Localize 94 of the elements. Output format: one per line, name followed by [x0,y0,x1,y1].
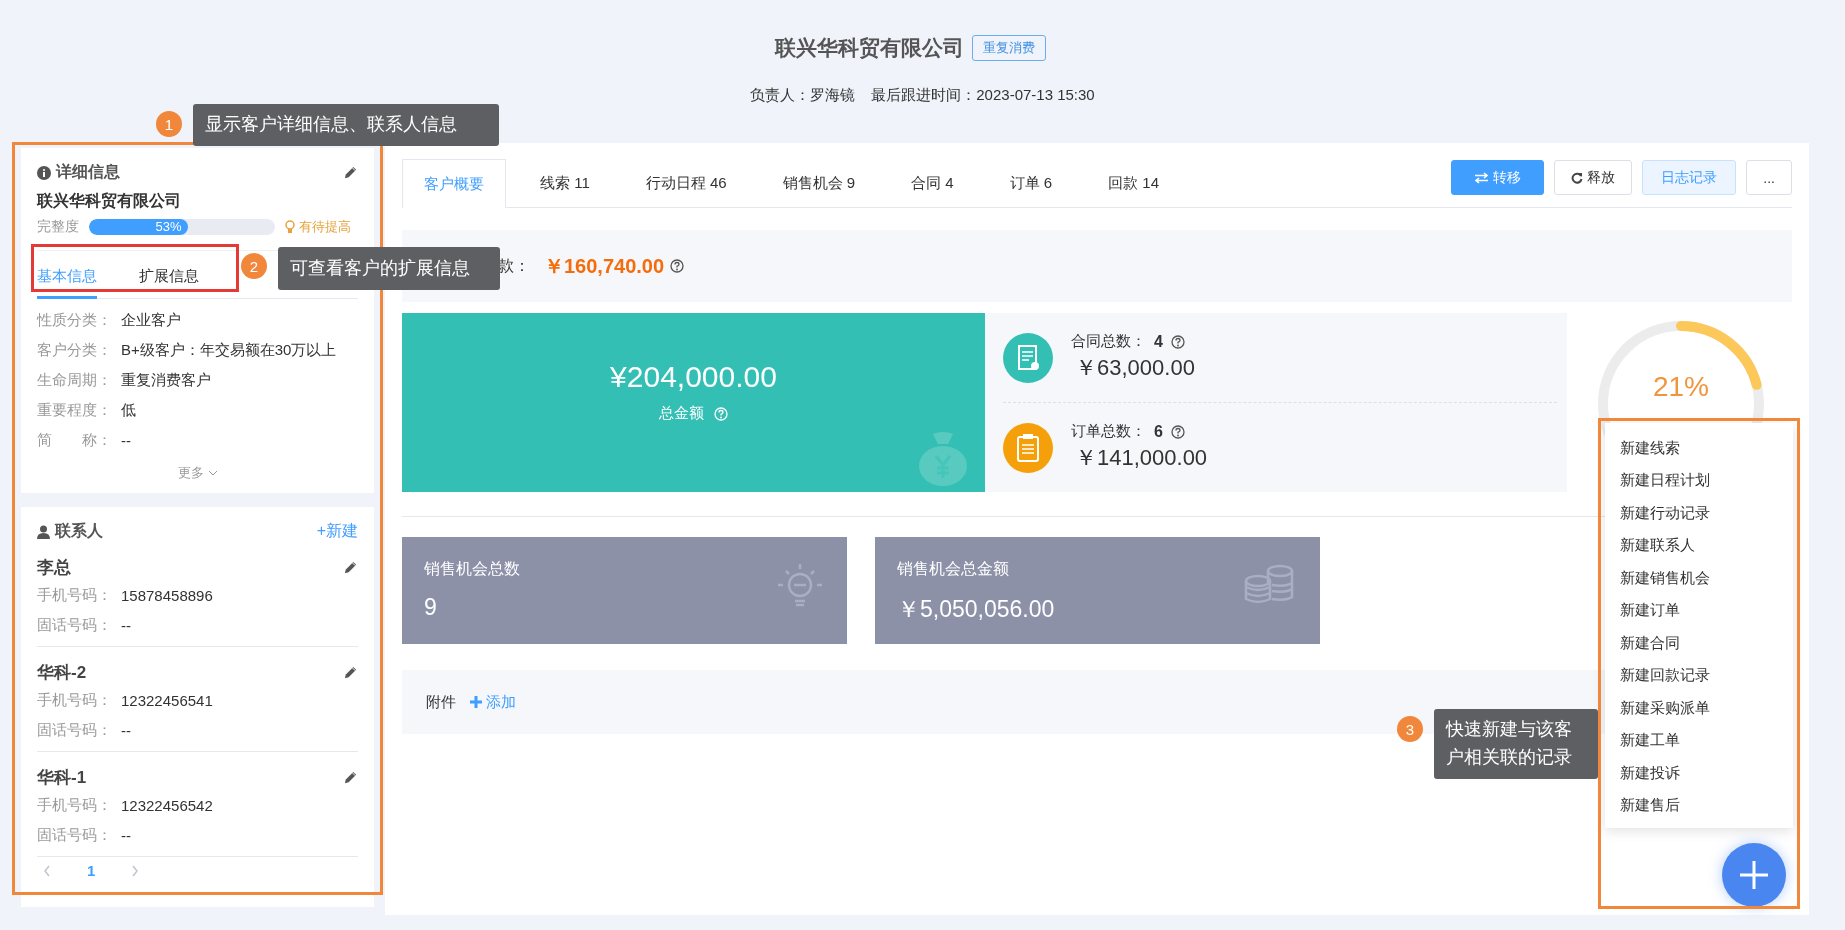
menu-item[interactable]: 新建售后 [1605,789,1680,822]
field-label: 手机号码： [37,585,113,605]
attachments-label: 附件 [426,692,456,712]
field-label: 简 称： [37,430,113,450]
plus-icon [1740,861,1768,889]
count-label: 合同总数： [1071,332,1146,351]
annotation-tooltip: 显示客户详细信息、联系人信息 [193,104,499,146]
tab[interactable]: 行动日程 46 [623,159,749,207]
opportunity-label: 销售机会总数 [424,559,521,579]
completeness-label: 完整度 [37,218,79,236]
menu-item[interactable]: 新建销售机会 [1605,562,1710,595]
field-value: -- [121,826,131,844]
tab[interactable]: 订单 6 [987,159,1075,207]
field-value: B+级客户：年交易额在30万以上 [121,340,337,360]
menu-item[interactable]: 新建回款记录 [1605,659,1710,692]
plus-icon [470,696,482,708]
menu-item[interactable]: 新建日程计划 [1605,464,1710,497]
info-tab[interactable]: 扩展信息 [139,259,199,299]
edit-icon[interactable] [343,769,358,785]
menu-item[interactable]: 新建工单 [1605,724,1680,757]
count-value: 4 [1154,332,1163,351]
count-amount: ￥63,000.00 [1075,354,1195,382]
field-label: 固话号码： [37,825,113,845]
completeness-value: 53% [155,219,182,235]
clipboard-icon [1003,422,1053,473]
menu-item[interactable]: 新建线索 [1605,432,1680,465]
tab[interactable]: 合同 4 [889,159,976,207]
contact-name: 华科-2 [37,661,87,684]
owner-text: 负责人：罗海镜 [750,86,856,105]
person-icon [37,524,50,539]
help-icon [1170,424,1185,439]
menu-item[interactable]: 新建订单 [1605,594,1680,627]
menu-item[interactable]: 新建投诉 [1605,757,1680,790]
received-label: 款： [498,255,530,276]
count-label: 订单总数： [1071,422,1146,441]
refresh-icon [1571,171,1584,184]
document-icon [1003,332,1053,383]
help-icon [714,406,728,421]
annotation-tooltip: 可查看客户的扩展信息 [278,247,500,290]
count-amount: ￥141,000.00 [1075,444,1208,472]
received-amount: ￥160,740.00 [544,253,665,279]
step-number-badge: 1 [156,111,182,137]
payment-rate-value: 21% [1651,371,1710,403]
field-value: 12322456542 [121,796,213,814]
action-button[interactable]: 释放 [1554,160,1633,195]
help-icon [1170,334,1185,349]
field-label: 固话号码： [37,720,113,740]
hint-text: 有待提高 [299,218,351,236]
tab[interactable]: 销售机会 9 [760,159,878,207]
swap-icon [1474,171,1490,184]
opportunity-value: ￥5,050,056.00 [897,595,1056,624]
field-label: 手机号码： [37,795,113,815]
opportunity-label: 销售机会总金额 [897,559,1010,579]
customer-status-tag: 重复消费 [972,35,1046,61]
field-value: 企业客户 [121,310,181,330]
tab[interactable]: 回款 14 [1086,159,1181,207]
edit-icon[interactable] [343,559,358,575]
info-icon [37,165,51,180]
company-name: 联兴华科贸有限公司 [37,191,182,212]
field-value: -- [121,721,131,739]
field-label: 固话号码： [37,615,113,635]
opportunity-value: 9 [424,594,438,621]
lightbulb-icon [285,220,295,234]
menu-item[interactable]: 新建行动记录 [1605,497,1710,530]
edit-icon[interactable] [343,664,358,680]
annotation-tooltip: 快速新建与该客户相关联的记录 [1434,709,1598,779]
field-value: -- [121,431,131,449]
total-amount: ¥204,000.00 [610,360,777,394]
field-label: 手机号码： [37,690,113,710]
company-title: 联兴华科贸有限公司 [775,35,964,61]
contact-name: 李总 [37,556,71,579]
field-value: 低 [121,400,136,420]
card-title: 联系人 [55,521,103,541]
menu-item[interactable]: 新建采购派单 [1605,692,1710,725]
field-label: 客户分类： [37,340,113,360]
count-value: 6 [1154,422,1163,441]
edit-icon[interactable] [343,165,358,180]
field-value: 重复消费客户 [121,370,211,390]
menu-item[interactable]: 新建合同 [1605,627,1680,660]
field-value: 12322456541 [121,691,213,709]
field-value: 15878458896 [121,586,213,604]
tab[interactable]: 线索 11 [518,159,612,207]
help-icon [670,259,685,273]
field-label: 重要程度： [37,400,113,420]
chevron-down-icon [207,469,218,477]
last-follow-text: 最后跟进时间：2023-07-13 15:30 [871,86,1095,105]
total-label: 总金额 [659,404,704,423]
card-title: 详细信息 [56,162,120,182]
field-value: -- [121,616,131,634]
menu-item[interactable]: 新建联系人 [1605,529,1695,562]
contact-name: 华科-1 [37,766,87,789]
field-label: 生命周期： [37,370,113,390]
field-label: 性质分类： [37,310,113,330]
more-button[interactable]: ... [1746,160,1792,195]
